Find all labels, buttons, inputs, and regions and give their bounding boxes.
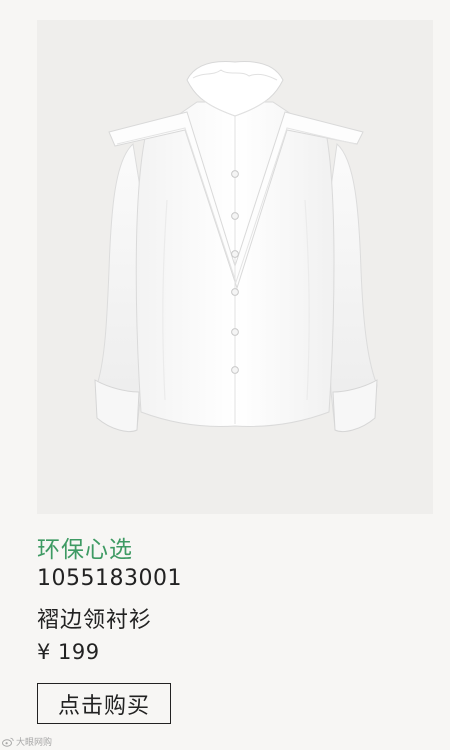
buy-button[interactable]: 点击购买: [37, 683, 171, 724]
watermark: 大眼网购: [2, 735, 52, 748]
product-price: ¥ 199: [37, 640, 100, 664]
product-name: 褶边领衬衫: [37, 608, 153, 633]
product-sku: 1055183001: [37, 566, 182, 591]
eco-tag-label: 环保心选: [37, 537, 133, 563]
weibo-icon: [2, 737, 14, 747]
product-card: 环保心选 1055183001 褶边领衬衫 ¥ 199 点击购买 大眼网购: [0, 0, 450, 750]
product-image[interactable]: [37, 20, 433, 514]
watermark-text: 大眼网购: [16, 738, 53, 748]
shirt-image-icon: [94, 61, 378, 432]
